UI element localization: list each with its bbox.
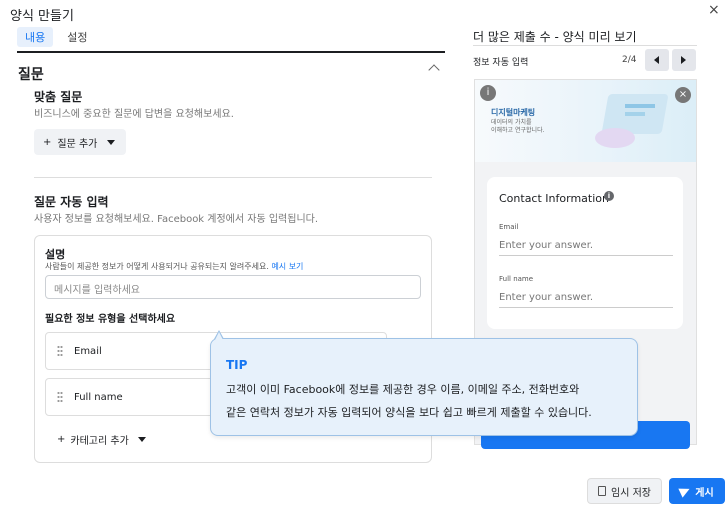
banner-illustration-bar: [625, 104, 655, 108]
full-name-field[interactable]: Enter your answer.: [499, 292, 673, 308]
tip-text-line: 같은 연락처 정보가 자동 입력되어 양식을 보다 쉽고 빠르게 제출할 수 있…: [226, 406, 592, 419]
add-question-label: 질문 추가: [57, 138, 98, 150]
plus-icon: +: [57, 434, 66, 445]
email-label: Email: [499, 223, 519, 231]
description-help: 사람들이 제공한 정보가 어떻게 사용되거나 공유되는지 알려주세요. 예시 보…: [45, 261, 303, 272]
document-icon: [598, 486, 606, 496]
banner-line: 이해하고 연구합니다.: [491, 127, 545, 134]
publish-button[interactable]: 게시: [669, 478, 725, 504]
tab-underline: [17, 51, 445, 53]
add-category-button[interactable]: + 카테고리 추가: [57, 432, 146, 447]
section-divider: [34, 177, 432, 178]
chevron-left-icon: [654, 56, 659, 64]
field-label: Email: [74, 345, 102, 357]
help-text: 사람들이 제공한 정보가 어떻게 사용되거나 공유되는지 알려주세요.: [45, 262, 269, 271]
tab-bar: 내용 설정: [17, 27, 96, 47]
contact-heading: Contact Information: [499, 192, 609, 205]
tip-title: TIP: [226, 358, 248, 372]
banner-illustration-blob: [595, 128, 635, 148]
description-label: 설명: [45, 248, 66, 261]
field-label: Full name: [74, 391, 123, 403]
tab-content[interactable]: 내용: [17, 27, 54, 47]
drag-handle-icon[interactable]: [57, 345, 63, 357]
message-input[interactable]: 메시지를 입력하세요: [45, 275, 421, 299]
banner-line: 데이터의 가치를: [491, 119, 532, 126]
send-icon: [678, 484, 692, 498]
caret-down-icon: [107, 139, 116, 145]
tip-tooltip: TIP 고객이 이미 Facebook에 정보를 제공한 경우 이름, 이메일 …: [210, 330, 638, 436]
drag-handle-icon[interactable]: [57, 391, 63, 403]
save-draft-label: 임시 저장: [611, 487, 651, 499]
tip-text-line: 고객이 이미 Facebook에 정보를 제공한 경우 이름, 이메일 주소, …: [226, 383, 580, 396]
info-badge-icon: i: [480, 85, 496, 101]
close-icon[interactable]: ×: [708, 3, 720, 17]
autofill-desc: 사용자 정보를 요청해보세요. Facebook 계정에서 자동 입력됩니다.: [34, 214, 319, 225]
custom-questions-title: 맞춤 질문: [34, 90, 83, 104]
section-title: 질문: [18, 67, 44, 83]
tooltip-arrow-fill: [215, 332, 223, 340]
required-info-label: 필요한 정보 유형을 선택하세요: [45, 314, 176, 325]
custom-questions-desc: 비즈니스에 중요한 질문에 답변을 요청해보세요.: [34, 109, 234, 120]
info-icon[interactable]: i: [604, 191, 614, 201]
chevron-up-icon[interactable]: [428, 64, 440, 76]
add-question-button[interactable]: + 질문 추가: [34, 129, 126, 155]
example-link[interactable]: 예시 보기: [271, 262, 303, 271]
preview-banner: i × 디지털마케팅 데이터의 가치를 이해하고 연구합니다.: [475, 80, 696, 162]
banner-headline: 디지털마케팅: [491, 108, 536, 117]
save-draft-button[interactable]: 임시 저장: [587, 478, 662, 504]
prev-page-button[interactable]: [645, 49, 669, 71]
tab-settings[interactable]: 설정: [59, 27, 95, 47]
caret-down-icon: [137, 437, 146, 442]
chevron-right-icon: [681, 56, 686, 64]
add-category-label: 카테고리 추가: [70, 436, 129, 447]
preview-divider: [473, 45, 697, 46]
next-page-button[interactable]: [672, 49, 696, 71]
email-field[interactable]: Enter your answer.: [499, 240, 673, 256]
banner-illustration-bar: [625, 112, 645, 116]
banner-text: 데이터의 가치를 이해하고 연구합니다.: [491, 119, 545, 135]
close-icon[interactable]: ×: [675, 87, 691, 103]
full-name-label: Full name: [499, 275, 534, 283]
publish-label: 게시: [695, 487, 714, 499]
contact-form-card: Contact Information i Email Enter your a…: [487, 177, 683, 329]
preview-title: 더 많은 제출 수 - 양식 미리 보기: [473, 30, 637, 44]
autofill-title: 질문 자동 입력: [34, 195, 109, 209]
dialog-title: 양식 만들기: [10, 9, 74, 24]
plus-icon: +: [43, 136, 52, 148]
preview-subtitle: 정보 자동 입력: [473, 58, 529, 68]
page-indicator: 2/4: [622, 55, 637, 65]
